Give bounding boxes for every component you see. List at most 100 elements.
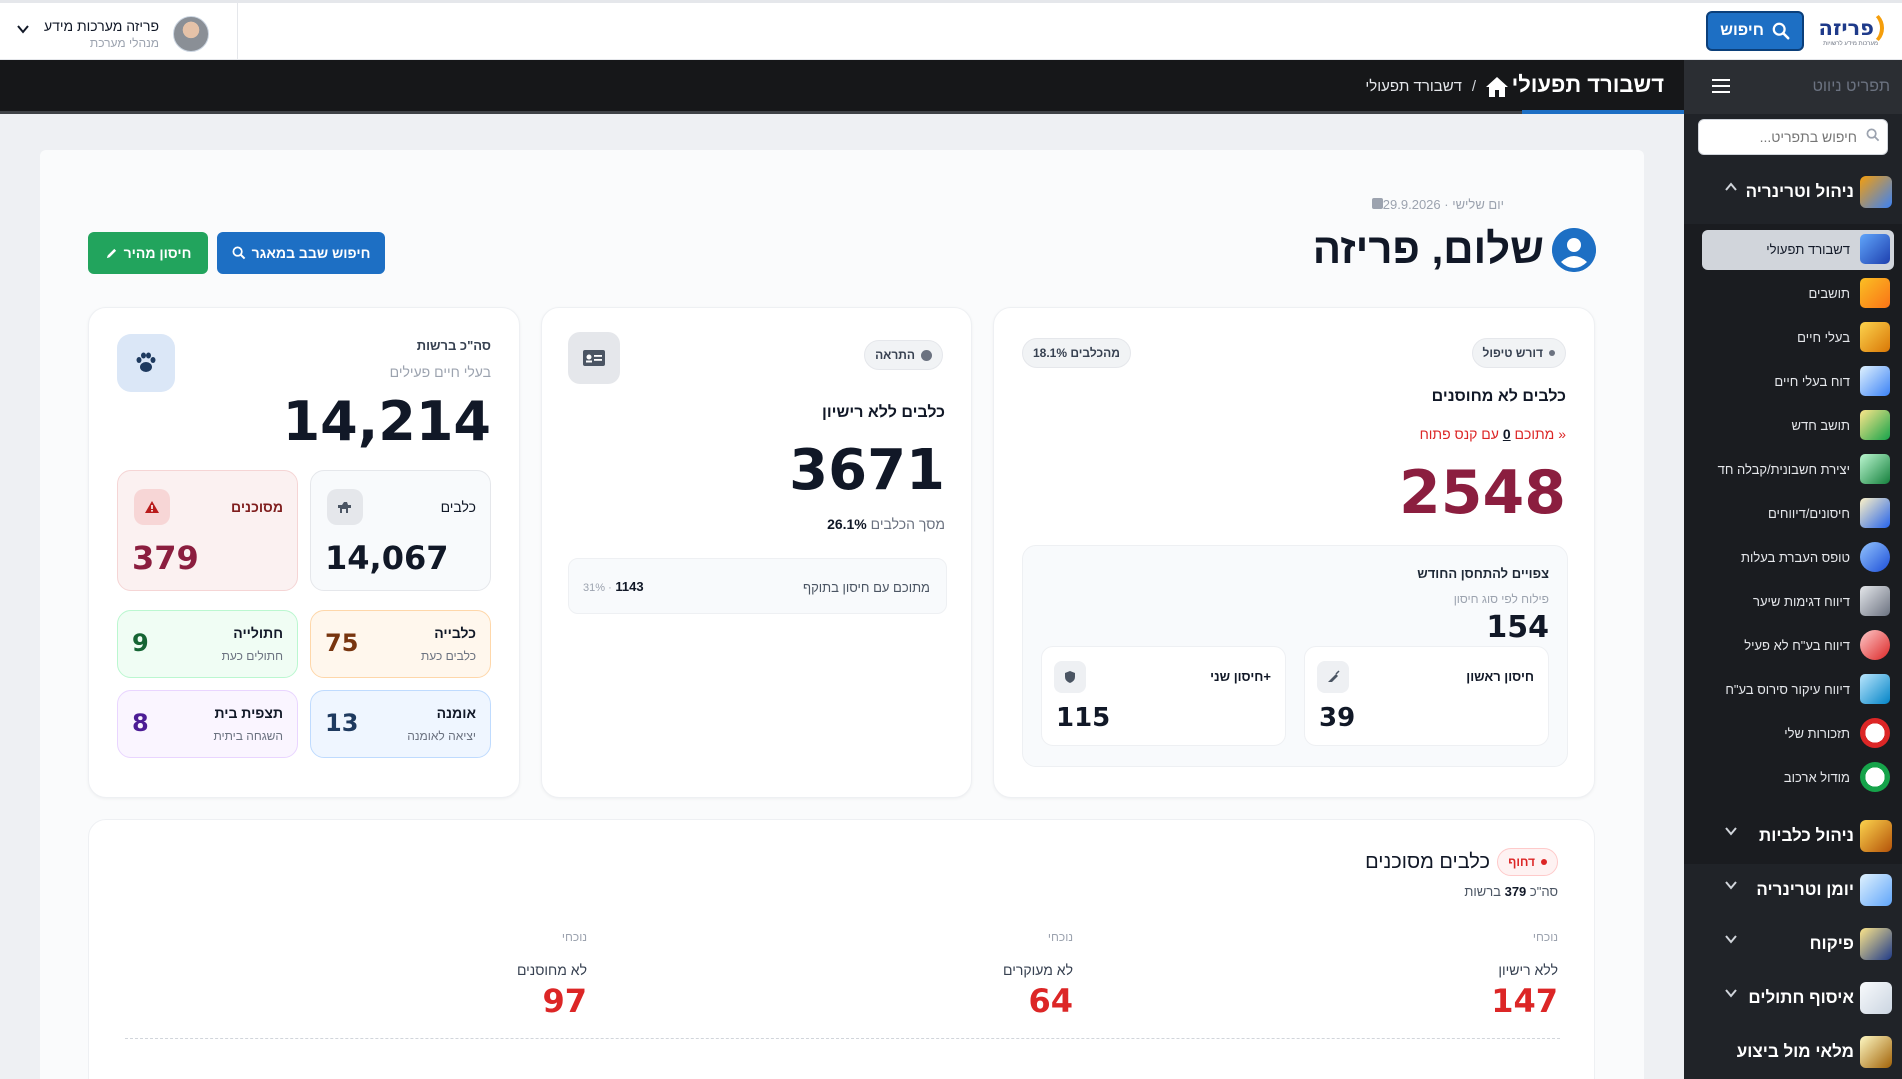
header-accent	[1522, 110, 1684, 114]
id-card-icon	[568, 332, 620, 384]
unlicensed-dogs-card[interactable]: התראה כלבים ללא רישיון 3671 26.1% מסך הכ…	[541, 307, 972, 798]
sidebar-item-animals-report[interactable]: דוח בעלי חיים	[1702, 362, 1902, 402]
collar-icon	[1860, 630, 1890, 660]
first-vaccine-tile[interactable]: חיסון ראשון 39	[1304, 646, 1549, 746]
fine-count: 0	[1502, 426, 1511, 442]
stat-value: 97	[542, 982, 587, 1020]
alarm-icon	[1860, 718, 1890, 748]
total-animals-count: 14,214	[282, 390, 491, 453]
breadcrumb[interactable]: דשבורד תפעולי	[1365, 78, 1462, 95]
sidebar-item-residents[interactable]: תושבים	[1702, 274, 1902, 314]
sidebar-item-invoice[interactable]: יצירת חשבונית/קבלה חד	[1702, 450, 1902, 490]
status-badge-text: דורש טיפול	[1482, 346, 1543, 360]
open-fine-link[interactable]: מתוכם 0 עם קנס פתוח »	[1420, 426, 1566, 442]
kennel-sublabel: כלבים כעת	[420, 649, 476, 663]
foster-count: 13	[325, 709, 359, 737]
global-search-label: חיפוש	[1720, 22, 1764, 39]
dogs-count: 14,067	[325, 539, 449, 577]
stat-tag: נוכחי	[561, 930, 587, 944]
foster-label: אומנה	[436, 705, 476, 721]
brand-logo[interactable]: פריזה מערכות מידע לרשויות	[1812, 3, 1902, 59]
total-value: 379	[1504, 884, 1527, 899]
chevron-down-icon	[1725, 935, 1737, 944]
sidebar-item-my-reminders[interactable]: תזכורות שלי	[1702, 714, 1902, 754]
total-animals-card[interactable]: סה"כ ברשות בעלי חיים פעילים 14,214 כלבים…	[88, 307, 520, 798]
cattery-tile[interactable]: חתולייה חתולים כעת 9	[117, 610, 298, 678]
unlicensed-percent: 26.1%	[827, 516, 867, 532]
sidebar-item-animals[interactable]: בעלי חיים	[1702, 318, 1902, 358]
second-vaccine-tile[interactable]: חיסון שני+ 115	[1041, 646, 1286, 746]
refresh-icon	[1860, 542, 1890, 572]
stat-unlicensed[interactable]: נוכחי ללא רישיון 147	[1258, 930, 1558, 1020]
sidebar-section-inspection[interactable]: פיקוח	[1684, 922, 1902, 968]
expected-title: צפויים להתחסן החודש	[1417, 566, 1549, 581]
sidebar-item-hair-samples[interactable]: דיווח דגימות שיער	[1702, 582, 1902, 622]
urgent-badge-text: דחוף	[1508, 855, 1535, 869]
valid-vaccine-value: 31% · 1143	[583, 579, 644, 594]
logo-text: פריזה	[1818, 16, 1874, 40]
home-observation-tile[interactable]: תצפית בית השגחה ביתית 8	[117, 690, 298, 758]
foster-tile[interactable]: אומנה יציאה לאומנה 13	[310, 690, 491, 758]
shield-icon	[1054, 661, 1086, 693]
sidebar-item-neuter-report[interactable]: דיווח עיקור סירוס בע"ח	[1702, 670, 1902, 710]
sidebar-section-kennels[interactable]: ניהול כלביות	[1684, 814, 1902, 860]
chevron-down-icon	[1725, 827, 1737, 836]
kennel-tile[interactable]: כלבייה כלבים כעת 75	[310, 610, 491, 678]
search-icon	[1772, 22, 1790, 40]
sidebar-item-label: דיווח דגימות שיער	[1753, 594, 1850, 609]
dangerous-tile[interactable]: מסוכנים 379	[117, 470, 298, 591]
quick-vaccine-button[interactable]: חיסון מהיר	[88, 232, 208, 274]
dog-icon	[1860, 322, 1890, 352]
unlicensed-percent-label: מסך הכלבים	[870, 516, 945, 532]
stat-label: לא מחוסנים	[516, 962, 587, 978]
stat-label: לא מעוקרים	[1003, 962, 1073, 978]
dogs-tile[interactable]: כלבים 14,067	[310, 470, 491, 591]
scissors-icon	[1860, 586, 1890, 616]
magnifier-icon	[1860, 498, 1890, 528]
sidebar-item-new-resident[interactable]: תושב חדש	[1702, 406, 1902, 446]
hamburger-menu-icon[interactable]	[1712, 78, 1730, 94]
sidebar-item-ownership-transfer[interactable]: טופס העברת בעלות	[1702, 538, 1902, 578]
unlicensed-percent-line: 26.1% מסך הכלבים	[827, 516, 945, 532]
folder-box-icon	[1860, 176, 1892, 208]
info-icon	[921, 349, 932, 361]
sidebar-section-label: ניהול כלביות	[1759, 826, 1854, 845]
home-icon[interactable]	[1484, 75, 1510, 99]
user-role: מנהלי מערכת	[89, 36, 159, 50]
sidebar-item-dashboard[interactable]: דשבורד תפעולי	[1702, 230, 1894, 270]
sidebar-item-archive[interactable]: מודול ארכוב	[1702, 758, 1902, 798]
chevron-down-icon[interactable]	[16, 22, 30, 36]
expected-subtitle: פילוח לפי סוג חיסון	[1453, 592, 1549, 606]
card-title: כלבים ללא רישיון	[822, 404, 945, 421]
sidebar-search-input[interactable]	[1698, 119, 1888, 155]
residents-icon	[1860, 278, 1890, 308]
alert-badge-text: התראה	[875, 348, 915, 362]
sidebar-item-label: תושבים	[1808, 286, 1850, 301]
top-bar: פריזה מערכות מידע לרשויות חיפוש פריזה מע…	[0, 0, 1902, 61]
archive-clock-icon	[1860, 762, 1890, 792]
sidebar-section-label: פיקוח	[1809, 934, 1854, 953]
sidebar-item-inactive-animal[interactable]: דיווח בע"ח לא פעיל	[1702, 626, 1902, 666]
search-icon	[232, 246, 245, 260]
stat-label: ללא רישיון	[1498, 962, 1558, 978]
share-pill: 18.1% מהכלבים	[1022, 338, 1131, 368]
sidebar-section-cat-collection[interactable]: איסוף חתולים	[1684, 976, 1902, 1022]
total-prefix: סה"כ	[1529, 884, 1558, 899]
sidebar-section-vet-diary[interactable]: יומן וטרינריה	[1684, 868, 1902, 914]
urgent-badge: דחוף	[1497, 848, 1558, 876]
stat-not-neutered[interactable]: נוכחי לא מעוקרים 64	[773, 930, 1073, 1020]
total-suffix: ברשות	[1464, 884, 1501, 899]
first-vaccine-label: חיסון ראשון	[1466, 669, 1534, 684]
home-observation-label: תצפית בית	[214, 705, 283, 721]
user-menu[interactable]: פריזה מערכות מידע מנהלי מערכת	[0, 3, 238, 61]
paw-icon	[117, 334, 175, 392]
chevron-up-icon	[1725, 182, 1737, 191]
sidebar-section-inventory[interactable]: מלאי מול ביצוע	[1684, 1030, 1902, 1076]
chip-search-button[interactable]: חיפוש שבב במאגר	[217, 232, 385, 274]
global-search-button[interactable]: חיפוש	[1706, 11, 1804, 51]
fine-prefix: מתוכם	[1514, 426, 1555, 442]
sidebar-section-vet-management[interactable]: ניהול וטרינריה	[1684, 170, 1902, 216]
sidebar-item-vaccines-reports[interactable]: חיסונים/דיווחים	[1702, 494, 1902, 534]
unvaccinated-dogs-card[interactable]: דורש טיפול 18.1% מהכלבים כלבים לא מחוסני…	[993, 307, 1595, 798]
stat-not-vaccinated[interactable]: נוכחי לא מחוסנים 97	[287, 930, 587, 1020]
